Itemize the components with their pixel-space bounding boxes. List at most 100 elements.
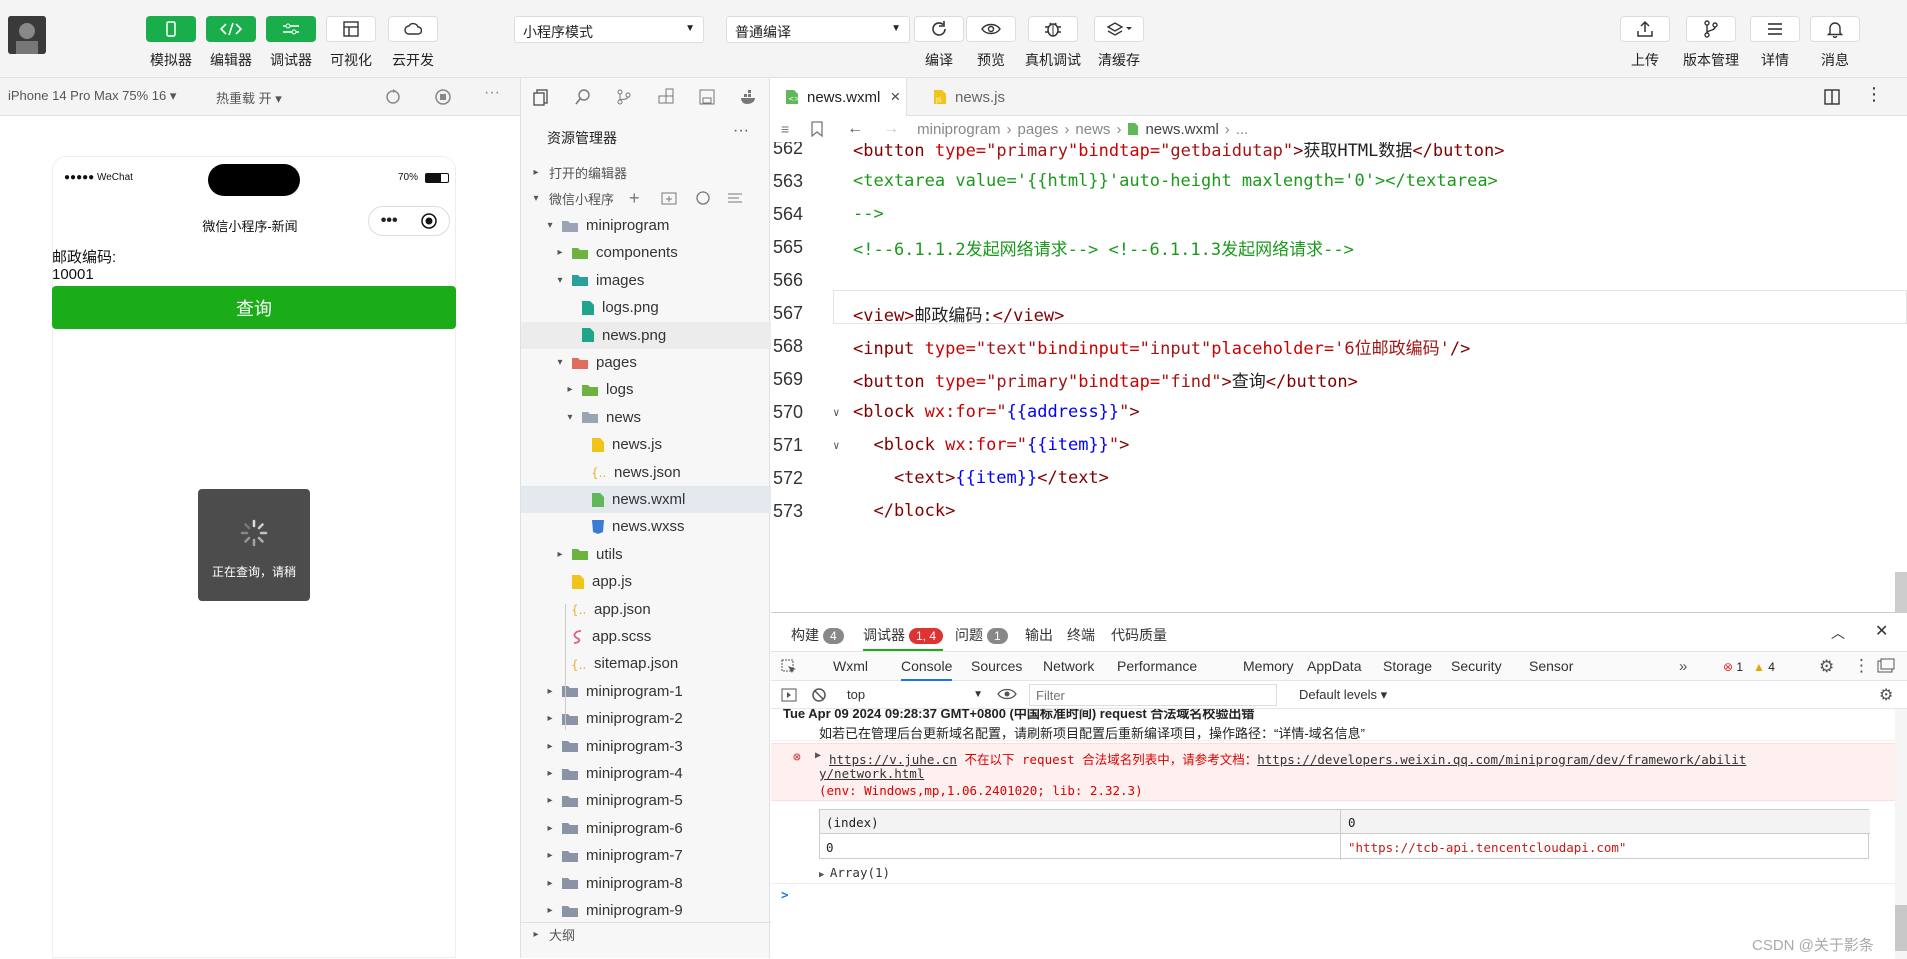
crumb-item[interactable]: news bbox=[1075, 121, 1110, 138]
tree-item[interactable]: ▸ miniprogram-2 bbox=[521, 705, 771, 732]
refresh-tree-icon[interactable] bbox=[695, 190, 711, 206]
panel-tab-wxml[interactable]: Wxml bbox=[833, 658, 868, 674]
tree-item[interactable]: logs.png bbox=[521, 294, 771, 321]
tree-item[interactable]: ▸ logs bbox=[521, 376, 771, 403]
eye-icon[interactable] bbox=[997, 687, 1017, 701]
版本管理-button[interactable] bbox=[1686, 16, 1736, 42]
tree-item[interactable]: ▾ news bbox=[521, 404, 771, 431]
device-select[interactable]: iPhone 14 Pro Max 75% 16 ▾ bbox=[8, 88, 176, 104]
save-icon[interactable] bbox=[698, 88, 716, 106]
levels-select[interactable]: Default levels ▾ bbox=[1299, 687, 1387, 703]
more-dots-icon[interactable]: ••• bbox=[381, 212, 398, 230]
crumb-item[interactable]: news.wxml bbox=[1145, 121, 1218, 138]
tree-item[interactable]: ▸ utils bbox=[521, 541, 771, 568]
array-entry[interactable]: ▶ Array(1) bbox=[819, 865, 890, 880]
dock-icon[interactable] bbox=[1877, 658, 1895, 674]
postcode-input[interactable]: 10001 bbox=[52, 266, 94, 283]
tab-news-wxml[interactable]: <> news.wxml × bbox=[771, 78, 907, 116]
gear-icon[interactable]: ⚙ bbox=[1819, 657, 1834, 677]
tree-item[interactable]: ▸ miniprogram-3 bbox=[521, 733, 771, 760]
devtools-tab[interactable]: 终端 bbox=[1067, 625, 1095, 645]
chevron-right-icon[interactable]: ▸ bbox=[543, 878, 557, 889]
tree-item[interactable]: ▸ components bbox=[521, 239, 771, 266]
context-select[interactable]: top ▼ bbox=[841, 684, 989, 706]
error-count[interactable]: ⊗ 1 bbox=[1723, 660, 1743, 674]
split-editor-icon[interactable] bbox=[1823, 88, 1841, 106]
code-line[interactable]: 573 </block> bbox=[771, 491, 1907, 531]
new-folder-icon[interactable] bbox=[661, 191, 677, 205]
tree-item[interactable]: ▸ miniprogram-8 bbox=[521, 870, 771, 897]
hot-reload-select[interactable]: 热重载 开 ▾ bbox=[216, 88, 282, 107]
panel-tab-sources[interactable]: Sources bbox=[971, 658, 1022, 674]
devtools-tab[interactable]: 问题 1 bbox=[955, 625, 1008, 645]
extensions-icon[interactable] bbox=[657, 88, 675, 106]
chevron-right-icon[interactable]: ▸ bbox=[543, 823, 557, 834]
fold-icon[interactable]: ∨ bbox=[833, 439, 853, 452]
panel-tab-storage[interactable]: Storage bbox=[1383, 658, 1432, 674]
mode-select[interactable]: 小程序模式 ▼ bbox=[514, 16, 704, 43]
tree-item[interactable]: ▾ pages bbox=[521, 349, 771, 376]
bookmark-icon[interactable] bbox=[811, 121, 823, 137]
collapse-panel-icon[interactable]: ︿ bbox=[1831, 623, 1845, 643]
详情-button[interactable] bbox=[1750, 16, 1800, 42]
filter-input[interactable] bbox=[1029, 684, 1277, 706]
chevron-down-icon[interactable]: ▾ bbox=[543, 220, 557, 231]
kebab-icon[interactable]: ⋮ bbox=[1853, 656, 1870, 676]
tree-item[interactable]: app.js bbox=[521, 568, 771, 595]
warning-count[interactable]: ▲ 4 bbox=[1753, 660, 1775, 674]
console-scrollbar[interactable] bbox=[1895, 709, 1907, 959]
back-icon[interactable]: ← bbox=[847, 120, 863, 138]
tree-item[interactable]: ▾ miniprogram bbox=[521, 212, 771, 239]
调试器-button[interactable] bbox=[266, 16, 316, 42]
source-control-icon[interactable] bbox=[615, 88, 633, 106]
search-icon[interactable] bbox=[574, 88, 592, 106]
stop-icon[interactable] bbox=[434, 88, 452, 106]
tree-item[interactable]: news.wxml bbox=[521, 486, 771, 513]
chevron-down-icon[interactable]: ▾ bbox=[553, 275, 567, 286]
真机调试-button[interactable] bbox=[1028, 16, 1078, 42]
chevron-right-icon[interactable]: ▸ bbox=[543, 741, 557, 752]
chevron-right-icon[interactable]: ▸ bbox=[553, 247, 567, 258]
panel-tab-network[interactable]: Network bbox=[1043, 658, 1094, 674]
panel-tab-appdata[interactable]: AppData bbox=[1307, 658, 1361, 674]
panel-tab-memory[interactable]: Memory bbox=[1243, 658, 1294, 674]
close-tab-icon[interactable]: × bbox=[890, 87, 900, 107]
outline-section[interactable]: ▸ 大纲 bbox=[521, 922, 771, 946]
more-tabs-icon[interactable]: » bbox=[1679, 658, 1687, 675]
chevron-right-icon[interactable]: ▸ bbox=[553, 549, 567, 560]
crumb-item[interactable]: pages bbox=[1018, 121, 1059, 138]
panel-tab-console[interactable]: Console bbox=[901, 658, 953, 681]
chevron-right-icon[interactable]: ▸ bbox=[543, 905, 557, 916]
expand-icon[interactable]: ▶ bbox=[815, 750, 821, 761]
tree-item[interactable]: {..} news.json bbox=[521, 459, 771, 486]
more-icon[interactable]: ··· bbox=[484, 84, 500, 102]
new-file-icon[interactable]: + bbox=[629, 188, 640, 209]
editor-more-icon[interactable]: ⋮ bbox=[1865, 84, 1883, 105]
files-icon[interactable] bbox=[532, 88, 551, 106]
云开发-button[interactable] bbox=[388, 16, 438, 42]
chevron-right-icon[interactable]: ▸ bbox=[563, 384, 577, 395]
clear-console-icon[interactable] bbox=[811, 687, 827, 703]
project-section[interactable]: ▾ 微信小程序 + bbox=[521, 186, 771, 210]
tree-item[interactable]: news.png bbox=[521, 321, 771, 349]
devtools-tab[interactable]: 构建 4 bbox=[791, 625, 844, 645]
panel-tab-performance[interactable]: Performance bbox=[1117, 658, 1197, 674]
chevron-down-icon[interactable]: ▾ bbox=[553, 357, 567, 368]
list-icon[interactable]: ≡ bbox=[781, 121, 789, 137]
devtools-tab[interactable]: 代码质量 bbox=[1111, 625, 1167, 645]
tree-item[interactable]: ▸ miniprogram-5 bbox=[521, 787, 771, 814]
panel-tab-sensor[interactable]: Sensor bbox=[1529, 658, 1573, 674]
open-editors-section[interactable]: ▸ 打开的编辑器 bbox=[521, 160, 771, 184]
code-editor[interactable]: 562 <button type="primary"bindtap="getbai… bbox=[771, 142, 1907, 612]
消息-button[interactable] bbox=[1810, 16, 1860, 42]
tab-news-js[interactable]: JS news.js bbox=[921, 78, 1031, 116]
doc-link[interactable]: https://developers.weixin.qq.com/minipro… bbox=[1257, 752, 1746, 767]
error-url-link[interactable]: https://v.juhe.cn bbox=[829, 752, 957, 767]
chevron-right-icon[interactable]: ▸ bbox=[543, 768, 557, 779]
close-panel-icon[interactable]: ✕ bbox=[1875, 621, 1888, 641]
explorer-more-icon[interactable]: ··· bbox=[733, 122, 749, 140]
query-button[interactable]: 查询 bbox=[52, 286, 456, 329]
inspect-icon[interactable] bbox=[781, 659, 797, 675]
tree-item[interactable]: news.wxss bbox=[521, 513, 771, 540]
tree-item[interactable]: news.js bbox=[521, 431, 771, 458]
